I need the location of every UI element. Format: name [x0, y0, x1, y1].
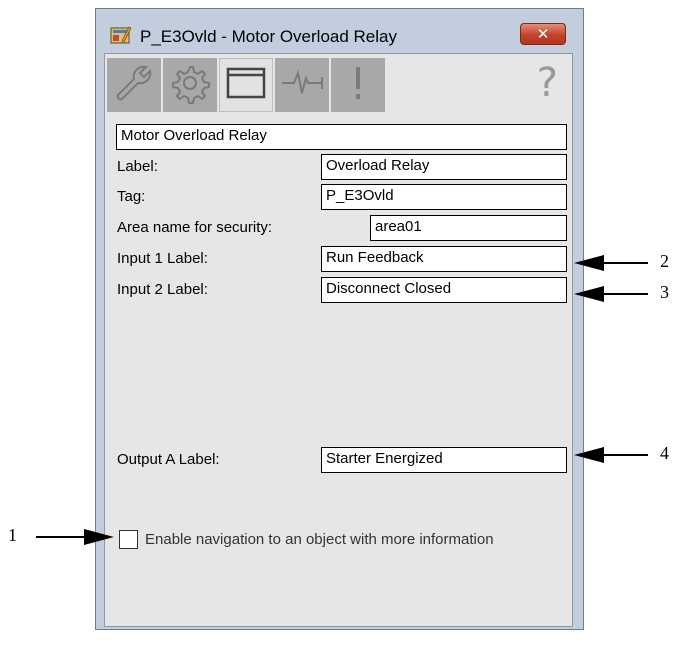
callout-3-arrowhead	[574, 286, 604, 302]
callout-1: 1	[8, 525, 17, 545]
input2-label-field[interactable]: Disconnect Closed	[321, 277, 567, 303]
area-caption: Area name for security:	[117, 219, 273, 236]
outputA-caption: Output A Label:	[117, 451, 220, 468]
tab-toolbar: ?	[105, 54, 572, 118]
callout-1-arrow-line	[36, 536, 86, 538]
tab-alarms[interactable]	[331, 58, 385, 112]
alarm-icon	[348, 63, 368, 108]
nav-enable-checkbox[interactable]	[119, 530, 138, 549]
nav-enable-label[interactable]: Enable navigation to an object with more…	[145, 531, 494, 548]
description-field[interactable]: Motor Overload Relay	[116, 124, 567, 150]
area-field[interactable]: area01	[370, 215, 567, 241]
callout-4-arrowhead	[574, 447, 604, 463]
input1-label-field[interactable]: Run Feedback	[321, 246, 567, 272]
callout-2-arrowhead	[574, 255, 604, 271]
tag-field[interactable]: P_E3Ovld	[321, 184, 567, 210]
label-field[interactable]: Overload Relay	[321, 154, 567, 180]
gear-icon	[168, 61, 212, 110]
callout-3-arrow-line	[600, 293, 648, 295]
tag-caption: Tag:	[117, 188, 146, 205]
faceplate-client-area: ? Motor Overload Relay Label: Overload R…	[104, 53, 573, 627]
trend-icon	[280, 68, 324, 103]
input1-caption: Input 1 Label:	[117, 250, 208, 267]
label-caption: Label:	[117, 158, 158, 175]
callout-2: 2	[660, 251, 669, 271]
input2-caption: Input 2 Label:	[117, 281, 208, 298]
tab-maintenance[interactable]	[107, 58, 161, 112]
window-icon	[226, 66, 266, 105]
callout-4-arrow-line	[600, 454, 648, 456]
window-title: P_E3Ovld - Motor Overload Relay	[140, 27, 397, 46]
app-icon	[110, 25, 132, 45]
help-icon[interactable]: ?	[537, 60, 558, 106]
close-icon: ✕	[536, 25, 550, 43]
close-button[interactable]: ✕	[520, 23, 566, 45]
callout-2-arrow-line	[600, 262, 648, 264]
tab-trends[interactable]	[275, 58, 329, 112]
callout-3: 3	[660, 282, 669, 302]
wrench-icon	[112, 61, 156, 110]
faceplate-window: P_E3Ovld - Motor Overload Relay ✕ ? Moto…	[95, 8, 584, 630]
outputA-label-field[interactable]: Starter Energized	[321, 447, 567, 473]
title-bar[interactable]: P_E3Ovld - Motor Overload Relay ✕	[96, 9, 583, 53]
callout-1-arrowhead	[84, 529, 114, 545]
tab-engineering[interactable]	[163, 58, 217, 112]
callout-4: 4	[660, 443, 669, 463]
tab-configuration[interactable]	[219, 58, 273, 112]
